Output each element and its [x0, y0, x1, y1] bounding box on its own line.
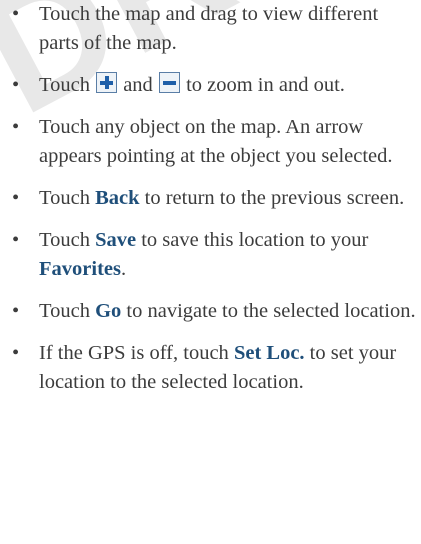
step-text-mid: and — [123, 74, 153, 96]
list-item: If the GPS is off, touch Set Loc. to set… — [0, 339, 421, 397]
step-text-post: to zoom in and out. — [186, 74, 345, 96]
plus-icon — [96, 72, 118, 93]
instruction-list: Touch the map and drag to view different… — [0, 0, 421, 410]
step-text-pre: Touch — [39, 300, 90, 322]
step-text-post: to navigate to the selected location. — [126, 300, 416, 322]
save-keyword: Save — [95, 229, 137, 251]
list-item: Touch Go to navigate to the selected loc… — [0, 297, 421, 326]
favorites-keyword: Favorites — [39, 258, 121, 280]
list-item: Touch any object on the map. An arrow ap… — [0, 113, 421, 171]
step-text: Touch the map and drag to view different… — [39, 3, 379, 54]
minus-icon — [158, 72, 180, 93]
step-text-pre: Touch — [39, 74, 90, 96]
set-loc-keyword: Set Loc. — [233, 342, 305, 364]
step-text-pre: Touch — [39, 229, 90, 251]
back-keyword: Back — [95, 187, 140, 209]
list-item: Touch Back to return to the previous scr… — [0, 184, 421, 213]
go-keyword: Go — [95, 300, 122, 322]
step-text-pre: If the GPS is off, touch — [39, 342, 229, 364]
step-text-pre: Touch — [39, 187, 90, 209]
list-item: Touch the map and drag to view different… — [0, 0, 421, 58]
step-text-post: to return to the previous screen. — [144, 187, 405, 209]
step-text-mid: to save this location to your — [141, 229, 369, 251]
step-text-post: . — [120, 258, 127, 280]
step-text: Touch any object on the map. An arrow ap… — [39, 116, 393, 167]
list-item: Touch Save to save this location to your… — [0, 226, 421, 284]
list-item: Touch and to zoom in and out. — [0, 71, 421, 100]
